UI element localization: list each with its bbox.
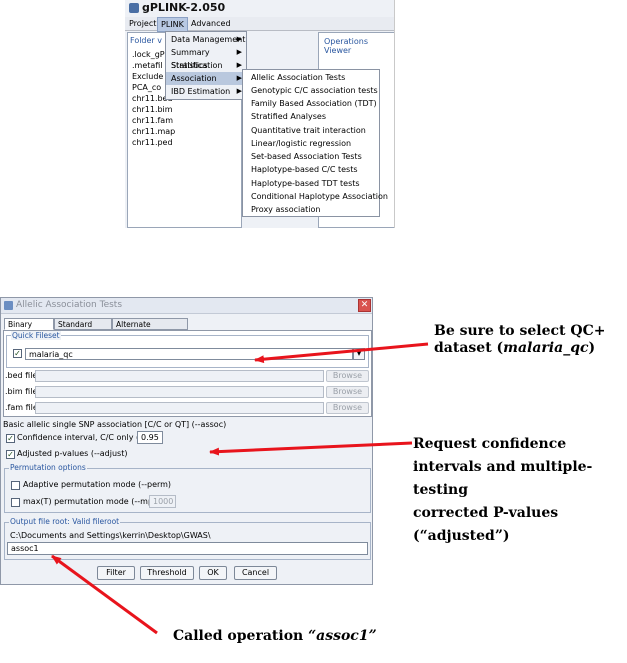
annotation-operation: Called operation “assoc1” [173,628,377,645]
annotation-text: ) [588,340,596,356]
annotation-text: Called operation [173,628,309,644]
annotation-emphasis: malaria_qc [503,340,589,356]
annotation-qc-line2: dataset (malaria_qc) [434,340,605,357]
annotation-emphasis: “assoc1” [308,628,377,644]
annotation-qc: Be sure to select QC+ dataset (malaria_q… [434,323,605,357]
annotation-ci-line4: corrected P-values [413,505,559,521]
annotation-ci-line3: testing [413,482,469,498]
arrow-to-ci-options [209,441,413,456]
arrow-to-output-root [51,554,158,635]
annotation-ci-line2: intervals and multiple- [413,459,593,475]
annotation-ci-line1: Request confidence [413,436,567,452]
annotation-qc-line1: Be sure to select QC+ [434,323,606,339]
arrow-to-quick-fileset [254,342,429,364]
annotation-text: dataset ( [434,340,504,356]
annotation-ci-line5: (“adjusted”) [413,528,510,544]
annotation-ci: Request confidence intervals and multipl… [413,433,592,548]
